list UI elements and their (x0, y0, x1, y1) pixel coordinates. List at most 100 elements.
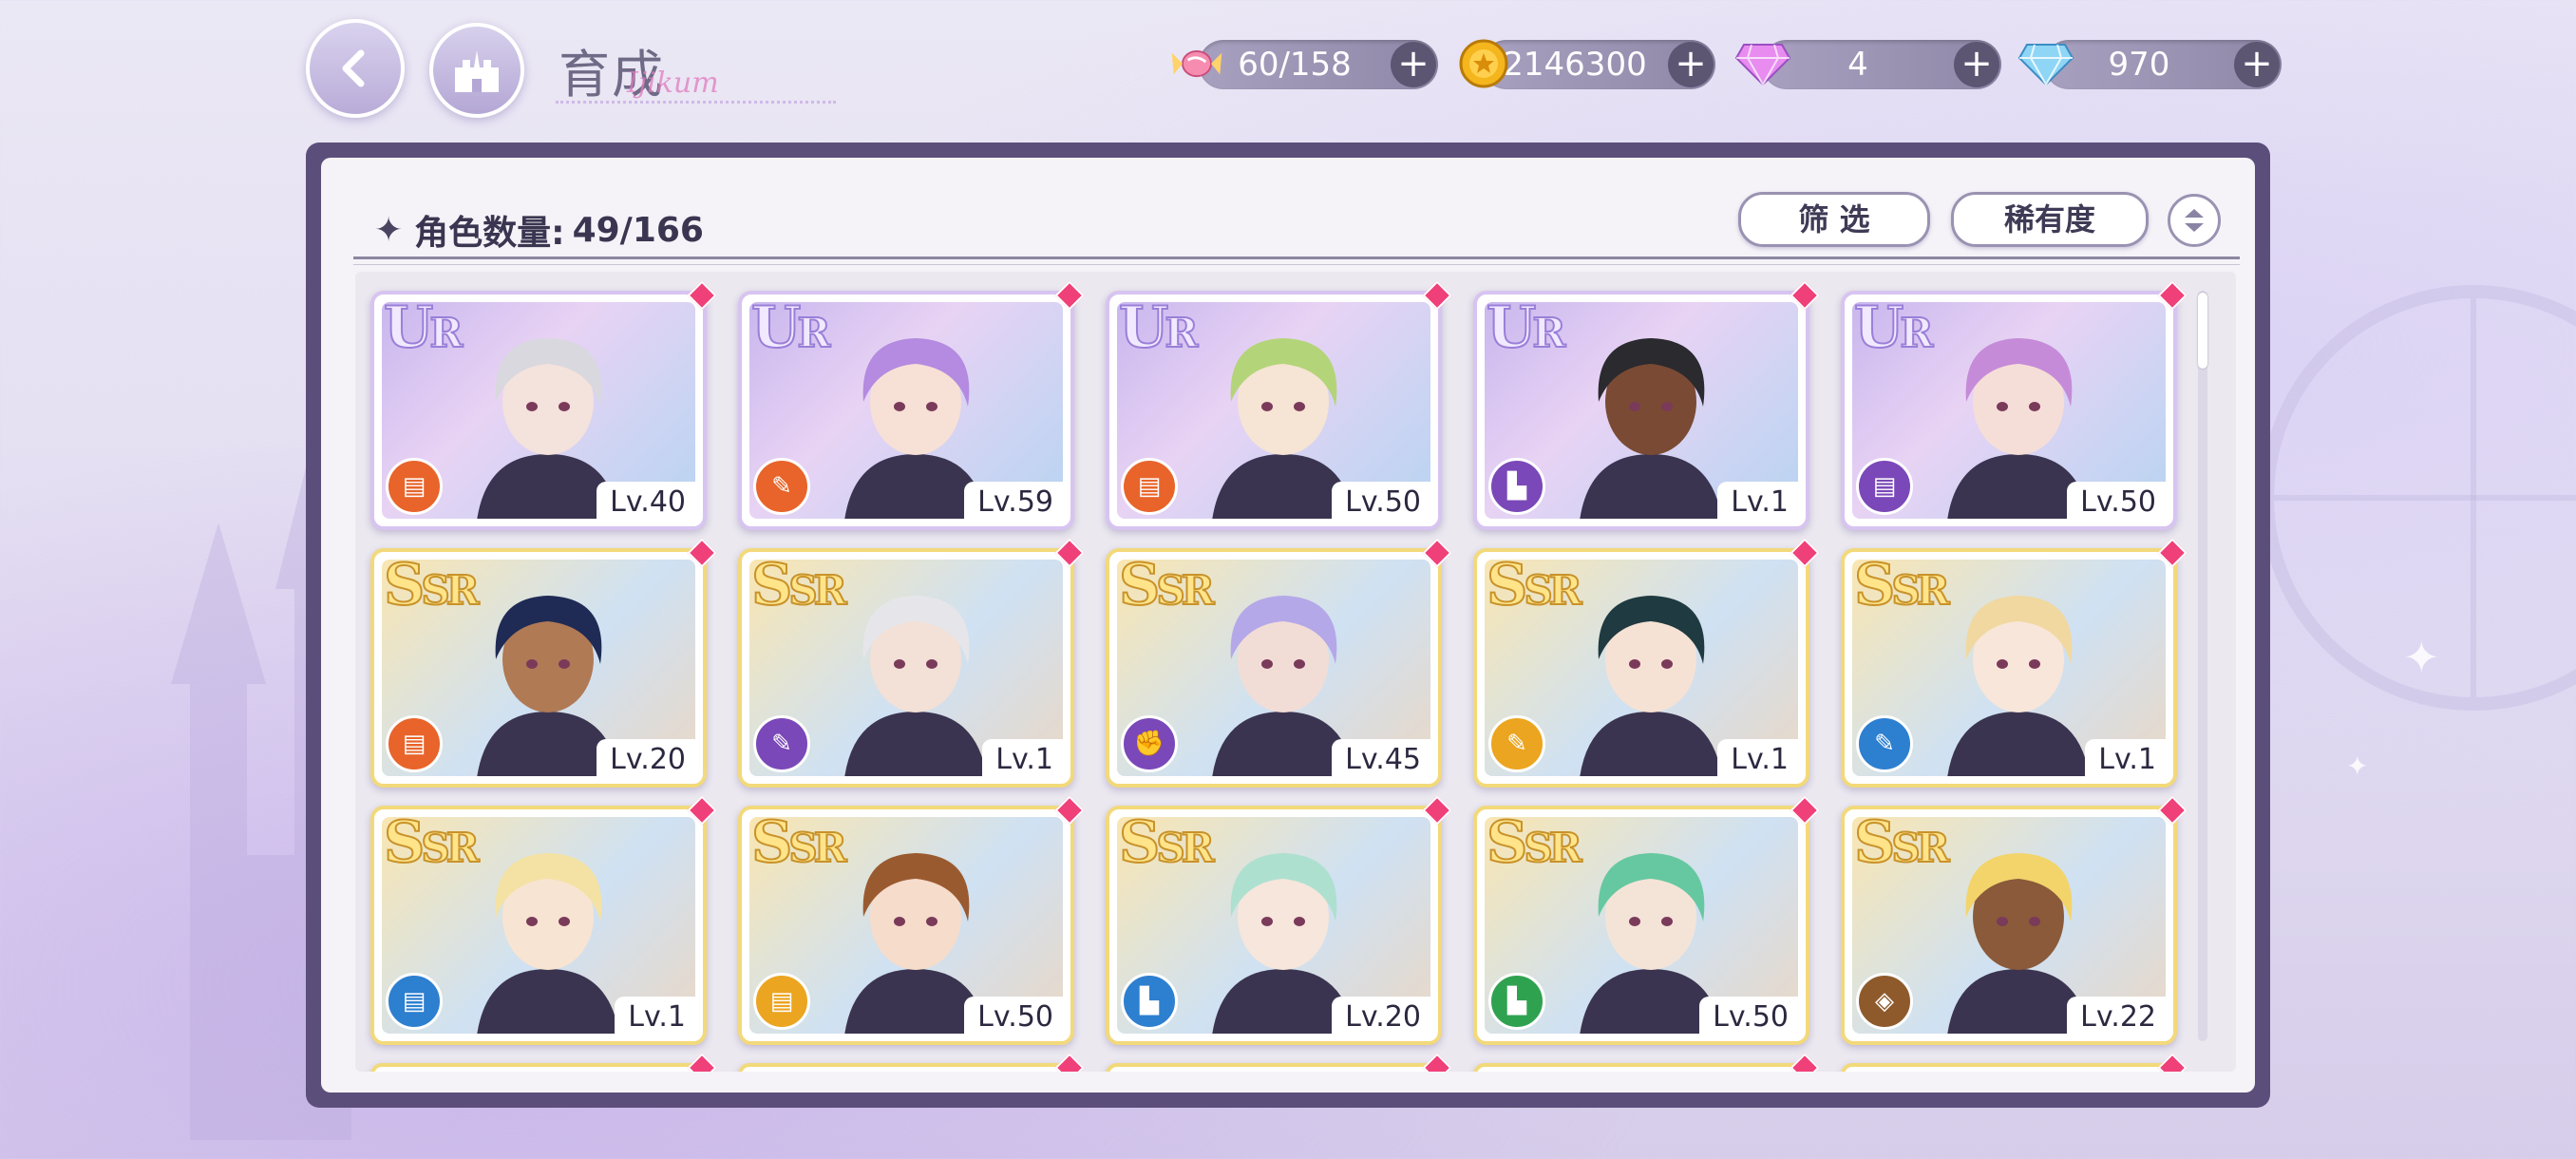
header-divider (353, 256, 2240, 259)
level-label: Lv.50 (1332, 482, 1434, 522)
rarity-badge: SSR (383, 551, 481, 619)
rarity-badge: SSR (1853, 551, 1951, 619)
resource-stamina: 60/158 + (1199, 40, 1438, 89)
boot-icon: ▙ (1488, 973, 1545, 1030)
rarity-badge: UR (1853, 294, 1934, 362)
new-marker-icon (2157, 1053, 2188, 1072)
character-illustration (1580, 596, 1722, 776)
resource-gold: 2146300 + (1482, 40, 1715, 89)
rarity-badge: SSR (1853, 808, 1951, 877)
rarity-badge: SSR (1486, 551, 1583, 619)
character-card[interactable]: SSR ▙ Lv.50 (1473, 795, 1820, 1045)
book-icon: ▤ (386, 715, 443, 772)
gold-coin-icon (1455, 36, 1512, 91)
sort-order-toggle[interactable] (2168, 194, 2221, 247)
character-count-label: 角色数量: (414, 214, 565, 253)
character-card-partial[interactable] (738, 1053, 1085, 1072)
rarity-badge: SSR (750, 808, 848, 877)
fist-icon: ✊ (1121, 715, 1178, 772)
grid-scrollbar-thumb[interactable] (2198, 293, 2207, 369)
character-card[interactable]: SSR ✎ Lv.1 (1841, 538, 2188, 788)
add-gold-button[interactable]: + (1668, 42, 1714, 87)
boot-icon: ▙ (1488, 458, 1545, 515)
candy-icon (1168, 36, 1225, 91)
home-button[interactable] (429, 23, 524, 118)
character-card[interactable]: UR ▤ Lv.50 (1106, 280, 1452, 530)
character-card-partial[interactable] (1841, 1053, 2188, 1072)
character-card-partial[interactable] (1473, 1053, 1820, 1072)
character-illustration (1580, 338, 1722, 519)
castle-home-icon (455, 50, 499, 92)
rarity-badge: UR (1118, 294, 1199, 362)
rarity-badge: SSR (383, 808, 481, 877)
character-card[interactable]: SSR ✎ Lv.1 (738, 538, 1085, 788)
resource-diamond: 970 + (2044, 40, 2282, 89)
book-icon: ▤ (1856, 458, 1913, 515)
character-count-value: 49/166 (572, 210, 704, 250)
level-label: Lv.50 (964, 997, 1067, 1037)
character-illustration (1947, 596, 2090, 776)
diamond-icon (2017, 36, 2074, 91)
rarity-badge: SSR (1486, 808, 1583, 877)
character-card[interactable]: SSR ✊ Lv.45 (1106, 538, 1452, 788)
book-icon: ▤ (386, 458, 443, 515)
character-card[interactable]: SSR ▙ Lv.20 (1106, 795, 1452, 1045)
character-card[interactable]: UR ▙ Lv.1 (1473, 280, 1820, 530)
level-label: Lv.59 (964, 482, 1067, 522)
rarity-badge: UR (750, 294, 831, 362)
character-card[interactable]: SSR ▤ Lv.1 (370, 795, 717, 1045)
character-card-partial[interactable] (1106, 1053, 1452, 1072)
rarity-badge: SSR (750, 551, 848, 619)
level-label: Lv.1 (1717, 482, 1802, 522)
rarity-badge: SSR (1118, 551, 1216, 619)
character-card[interactable]: SSR ▤ Lv.20 (370, 538, 717, 788)
brush-icon: ✎ (1856, 715, 1913, 772)
new-marker-icon (687, 1053, 717, 1072)
character-grid[interactable]: UR ▤ Lv.40 UR ✎ Lv.59 UR ▤ Lv.50 UR ▙ Lv.1 UR ▤ Lv.50 S… (355, 272, 2236, 1072)
character-card[interactable]: UR ▤ Lv.50 (1841, 280, 2188, 530)
rarity-badge: UR (1486, 294, 1566, 362)
level-label: Lv.50 (1699, 997, 1802, 1037)
character-card-partial[interactable] (370, 1053, 717, 1072)
sort-arrows-icon (2185, 209, 2204, 232)
new-marker-icon (1422, 1053, 1452, 1072)
character-card[interactable]: SSR ▤ Lv.50 (738, 795, 1085, 1045)
character-card[interactable]: SSR ◈ Lv.22 (1841, 795, 2188, 1045)
back-arrow-icon (342, 49, 365, 87)
add-stamina-button[interactable]: + (1391, 42, 1436, 87)
character-card[interactable]: UR ▤ Lv.40 (370, 280, 717, 530)
stamina-value: 60/158 (1238, 46, 1352, 84)
character-card[interactable]: SSR ✎ Lv.1 (1473, 538, 1820, 788)
header-divider-thin (353, 264, 2240, 265)
character-card[interactable]: UR ✎ Lv.59 (738, 280, 1085, 530)
filter-button[interactable]: 筛 选 (1738, 192, 1930, 247)
new-marker-icon (1790, 1053, 1820, 1072)
level-label: Lv.22 (2067, 997, 2169, 1037)
rarity-badge: UR (383, 294, 464, 362)
back-button[interactable] (306, 19, 405, 118)
rarity-badge: SSR (1118, 808, 1216, 877)
character-panel-inner: ✦ 角色数量: 49/166 筛 选 稀有度 UR ▤ Lv.40 UR ✎ Lv.59 U… (321, 158, 2255, 1092)
character-illustration (477, 853, 619, 1034)
title-script-decoration: Ijikum (627, 66, 719, 100)
level-label: Lv.1 (982, 739, 1067, 780)
sparkle-icon: ✦ (2346, 750, 2369, 782)
shield-icon: ◈ (1856, 973, 1913, 1030)
sparkle-icon: ✦ (374, 210, 404, 250)
book-icon: ▤ (386, 973, 443, 1030)
level-label: Lv.20 (1332, 997, 1434, 1037)
level-label: Lv.45 (1332, 739, 1434, 780)
add-diamond-button[interactable]: + (2234, 42, 2280, 87)
pink-gem-icon (1734, 36, 1791, 91)
top-bar: 育成 Ijikum 60/158 + 2146300 + 4 + 970 + (0, 0, 2576, 133)
character-panel: ✦ 角色数量: 49/166 筛 选 稀有度 UR ▤ Lv.40 UR ✎ Lv.59 U… (306, 142, 2270, 1108)
level-label: Lv.1 (1717, 739, 1802, 780)
rarity-sort-button[interactable]: 稀有度 (1951, 192, 2149, 247)
brush-icon: ✎ (753, 458, 810, 515)
book-icon: ▤ (1121, 458, 1178, 515)
boot-icon: ▙ (1121, 973, 1178, 1030)
level-label: Lv.1 (2085, 739, 2169, 780)
brush-icon: ✎ (753, 715, 810, 772)
grid-scrollbar[interactable] (2198, 291, 2207, 1041)
add-pink-gem-button[interactable]: + (1954, 42, 1999, 87)
